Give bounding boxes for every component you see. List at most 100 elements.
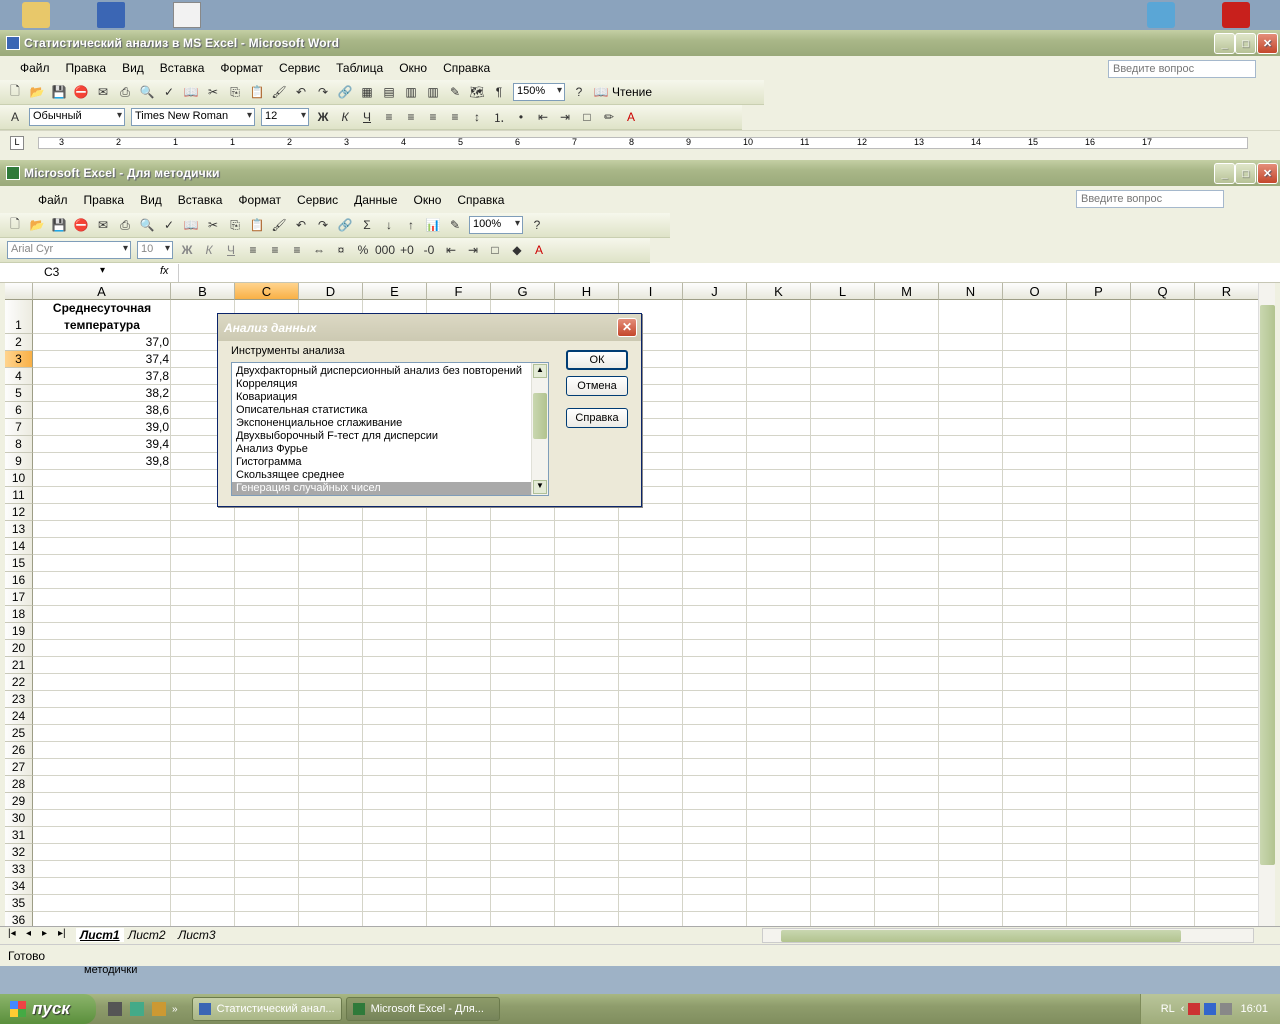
word-maximize-button[interactable]: □	[1235, 33, 1256, 54]
highlight-icon[interactable]: ✏	[598, 107, 620, 127]
hyperlink-icon[interactable]: 🔗	[334, 82, 356, 102]
research-icon[interactable]: 📖	[180, 215, 202, 235]
undo-icon[interactable]: ↶	[290, 82, 312, 102]
name-box-dropdown-icon[interactable]: ▾	[100, 265, 105, 276]
hyperlink-icon[interactable]: 🔗	[334, 215, 356, 235]
paste-icon[interactable]: 📋	[246, 82, 268, 102]
research-icon[interactable]: 📖	[180, 82, 202, 102]
email-icon[interactable]: ✉	[92, 82, 114, 102]
tab-selector[interactable]: L	[10, 136, 24, 150]
data-cell-a5[interactable]: 38,2	[35, 385, 169, 402]
show-formatting-icon[interactable]: ¶	[488, 82, 510, 102]
column-header-g[interactable]: G	[491, 283, 555, 300]
tool-list-item[interactable]: Анализ Фурье	[232, 443, 548, 456]
formula-input[interactable]	[178, 264, 1276, 282]
data-cell-a3[interactable]: 37,4	[35, 351, 169, 368]
currency-icon[interactable]: ¤	[330, 240, 352, 260]
row-header-23[interactable]: 23	[5, 691, 33, 708]
new-icon[interactable]: 🗋	[4, 215, 26, 235]
preview-icon[interactable]: 🔍	[136, 215, 158, 235]
bullets-icon[interactable]: •	[510, 107, 532, 127]
tray-arrow-icon[interactable]: ‹	[1181, 1003, 1185, 1015]
help-icon[interactable]: ?	[526, 215, 548, 235]
tool-list-item[interactable]: Гистограмма	[232, 456, 548, 469]
excel-menu-data[interactable]: Данные	[346, 193, 405, 207]
numbering-icon[interactable]: ⒈	[488, 107, 510, 127]
excel-minimize-button[interactable]: _	[1214, 163, 1235, 184]
row-header-6[interactable]: 6	[5, 402, 33, 419]
function-icon[interactable]: fx	[160, 265, 169, 277]
copy-icon[interactable]: ⎘	[224, 82, 246, 102]
column-header-e[interactable]: E	[363, 283, 427, 300]
excel-question-box[interactable]: Введите вопрос	[1076, 190, 1224, 208]
select-all-corner[interactable]	[5, 283, 33, 300]
excel-maximize-button[interactable]: □	[1235, 163, 1256, 184]
word-menu-format[interactable]: Формат	[212, 61, 271, 75]
document-map-icon[interactable]: 🗺	[466, 82, 488, 102]
font-color-icon[interactable]: A	[620, 107, 642, 127]
decrease-decimal-icon[interactable]: -0	[418, 240, 440, 260]
row-header-34[interactable]: 34	[5, 878, 33, 895]
row-header-25[interactable]: 25	[5, 725, 33, 742]
row-header-1[interactable]: 1	[5, 300, 33, 334]
row-header-17[interactable]: 17	[5, 589, 33, 606]
column-header-m[interactable]: M	[875, 283, 939, 300]
word-menu-view[interactable]: Вид	[114, 61, 152, 75]
data-cell-a4[interactable]: 37,8	[35, 368, 169, 385]
word-question-box[interactable]: Введите вопрос	[1108, 60, 1256, 78]
row-header-26[interactable]: 26	[5, 742, 33, 759]
insert-table-icon[interactable]: ▤	[378, 82, 400, 102]
list-scroll-down-icon[interactable]: ▼	[533, 480, 547, 494]
word-size-combo[interactable]: 12	[261, 108, 309, 126]
underline-icon[interactable]: Ч	[220, 240, 242, 260]
word-close-button[interactable]: ✕	[1257, 33, 1278, 54]
row-header-7[interactable]: 7	[5, 419, 33, 436]
align-left-icon[interactable]: ≡	[242, 240, 264, 260]
row-header-32[interactable]: 32	[5, 844, 33, 861]
excel-close-button[interactable]: ✕	[1257, 163, 1278, 184]
column-header-b[interactable]: B	[171, 283, 235, 300]
drawing-icon[interactable]: ✎	[444, 82, 466, 102]
quicklaunch-more-icon[interactable]: »	[172, 1004, 178, 1015]
tray-antivirus-icon[interactable]	[1188, 1003, 1201, 1015]
cut-icon[interactable]: ✂	[202, 82, 224, 102]
align-right-icon[interactable]: ≡	[286, 240, 308, 260]
row-header-5[interactable]: 5	[5, 385, 33, 402]
excel-menu-window[interactable]: Окно	[405, 193, 449, 207]
percent-icon[interactable]: %	[352, 240, 374, 260]
underline-icon[interactable]: Ч	[356, 107, 378, 127]
word-minimize-button[interactable]: _	[1214, 33, 1235, 54]
redo-icon[interactable]: ↷	[312, 215, 334, 235]
tables-borders-icon[interactable]: ▦	[356, 82, 378, 102]
last-sheet-icon[interactable]: ▸|	[58, 928, 66, 939]
prev-sheet-icon[interactable]: ◂	[26, 928, 31, 939]
list-scroll-up-icon[interactable]: ▲	[533, 364, 547, 378]
data-cell-a6[interactable]: 38,6	[35, 402, 169, 419]
quicklaunch-app-icon[interactable]	[130, 1002, 144, 1016]
word-menu-tools[interactable]: Сервис	[271, 61, 328, 75]
align-left-icon[interactable]: ≡	[378, 107, 400, 127]
vertical-scroll-thumb[interactable]	[1260, 305, 1275, 865]
word-menu-file[interactable]: Файл	[12, 61, 58, 75]
row-header-30[interactable]: 30	[5, 810, 33, 827]
excel-menu-format[interactable]: Формат	[230, 193, 289, 207]
column-header-h[interactable]: H	[555, 283, 619, 300]
excel-menu-insert[interactable]: Вставка	[170, 193, 231, 207]
word-menu-help[interactable]: Справка	[435, 61, 498, 75]
vertical-scrollbar[interactable]	[1258, 283, 1275, 926]
columns-icon[interactable]: ▥	[422, 82, 444, 102]
open-icon[interactable]: 📂	[26, 82, 48, 102]
column-header-r[interactable]: R	[1195, 283, 1258, 300]
read-icon[interactable]: 📖	[590, 82, 612, 102]
data-cell-a9[interactable]: 39,8	[35, 453, 169, 470]
word-menu-edit[interactable]: Правка	[58, 61, 115, 75]
tool-list-item[interactable]: Генерация случайных чисел	[232, 482, 548, 495]
print-icon[interactable]: ⎙	[114, 82, 136, 102]
word-menu-insert[interactable]: Вставка	[152, 61, 213, 75]
row-header-14[interactable]: 14	[5, 538, 33, 555]
spelling-icon[interactable]: ✓	[158, 82, 180, 102]
row-header-19[interactable]: 19	[5, 623, 33, 640]
italic-icon[interactable]: К	[334, 107, 356, 127]
first-sheet-icon[interactable]: |◂	[8, 928, 16, 939]
new-icon[interactable]: 🗋	[4, 82, 26, 102]
